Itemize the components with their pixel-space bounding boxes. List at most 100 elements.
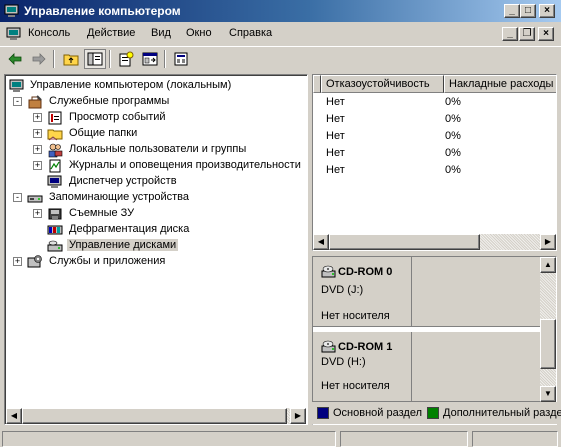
users-icon bbox=[48, 143, 63, 158]
toolbox-icon bbox=[28, 95, 42, 109]
tree-node-disk-defragmenter[interactable]: Дефрагментация диска bbox=[5, 222, 305, 238]
scroll-up-button[interactable]: ▲ bbox=[540, 257, 556, 273]
tree-node-removable-storage[interactable]: + Съемные ЗУ bbox=[5, 206, 305, 222]
expand-expander[interactable]: + bbox=[33, 129, 42, 138]
tree-node-root[interactable]: Управление компьютером (локальным) bbox=[7, 78, 297, 94]
extended-partition-swatch bbox=[427, 407, 439, 419]
shared-folder-icon bbox=[47, 129, 63, 141]
collapse-expander[interactable]: - bbox=[13, 97, 22, 106]
scroll-left-button[interactable]: ◀ bbox=[313, 234, 329, 250]
tree-node-disk-management[interactable]: Управление дисками bbox=[5, 238, 305, 254]
column-header[interactable] bbox=[313, 75, 321, 93]
tree-node-local-users[interactable]: + Локальные пользователи и группы bbox=[5, 142, 305, 158]
computer-management-icon bbox=[4, 4, 19, 17]
performance-logs-icon bbox=[49, 159, 61, 173]
status-panel bbox=[340, 431, 468, 447]
cell-fault-tolerance: Нет bbox=[326, 96, 345, 108]
storage-icon bbox=[27, 195, 43, 203]
tree-node-shared-folders[interactable]: + Общие папки bbox=[5, 126, 305, 142]
tree-node-performance-logs[interactable]: + Журналы и оповещения производительност… bbox=[5, 158, 305, 174]
cell-overhead: 0% bbox=[445, 130, 461, 142]
mdi-restore-button[interactable]: ❐ bbox=[519, 27, 535, 41]
mdi-close-button[interactable]: × bbox=[538, 27, 554, 41]
expand-expander[interactable]: + bbox=[33, 209, 42, 218]
properties-button[interactable] bbox=[115, 49, 137, 69]
cell-fault-tolerance: Нет bbox=[326, 147, 345, 159]
volume-list[interactable]: Отказоустойчивость Накладные расходы Нет… bbox=[312, 74, 557, 251]
disk-area-cdrom1[interactable] bbox=[412, 332, 540, 402]
tree-node-event-viewer[interactable]: + Просмотр событий bbox=[5, 110, 305, 126]
minimize-button[interactable]: _ bbox=[504, 4, 520, 18]
console-icon bbox=[6, 27, 21, 40]
scrollbar-thumb[interactable] bbox=[540, 319, 556, 369]
menu-console[interactable]: Консоль bbox=[28, 27, 70, 39]
scrollbar-thumb[interactable] bbox=[22, 408, 287, 424]
back-arrow-icon bbox=[8, 53, 22, 65]
console-tree[interactable]: Управление компьютером (локальным) - Слу… bbox=[4, 74, 308, 425]
primary-partition-swatch bbox=[317, 407, 329, 419]
expand-expander[interactable]: + bbox=[33, 161, 42, 170]
help-icon bbox=[174, 52, 188, 66]
menu-window[interactable]: Окно bbox=[186, 27, 212, 39]
maximize-button[interactable]: □ bbox=[520, 4, 536, 18]
column-header-fault-tolerance[interactable]: Отказоустойчивость bbox=[321, 75, 444, 93]
disk-label-cdrom1[interactable]: CD-ROM 1 DVD (H:) Нет носителя bbox=[313, 332, 412, 402]
tree-node-label: Управление дисками bbox=[67, 239, 179, 251]
scroll-right-button[interactable]: ▶ bbox=[290, 408, 306, 424]
removable-storage-icon bbox=[48, 208, 62, 220]
forward-button[interactable] bbox=[28, 49, 50, 69]
tree-node-device-manager[interactable]: Диспетчер устройств bbox=[5, 174, 305, 190]
tree-node-label: Локальные пользователи и группы bbox=[69, 143, 247, 155]
export-list-button[interactable] bbox=[139, 49, 161, 69]
help-button[interactable] bbox=[170, 49, 192, 69]
tree-node-label: Дефрагментация диска bbox=[69, 223, 190, 235]
tree-node-services-apps[interactable]: + Службы и приложения bbox=[5, 254, 305, 270]
status-panel bbox=[472, 431, 558, 447]
menu-action[interactable]: Действие bbox=[87, 27, 135, 39]
tree-node-label: Съемные ЗУ bbox=[69, 207, 135, 219]
services-icon bbox=[27, 255, 42, 268]
defragmenter-icon bbox=[47, 225, 63, 235]
toolbar-separator bbox=[164, 50, 166, 68]
scroll-right-button[interactable]: ▶ bbox=[540, 234, 556, 250]
scroll-down-button[interactable]: ▼ bbox=[540, 386, 556, 402]
disk-status: Нет носителя bbox=[321, 380, 390, 392]
cell-fault-tolerance: Нет bbox=[326, 164, 345, 176]
collapse-expander[interactable]: - bbox=[13, 193, 22, 202]
event-viewer-icon bbox=[48, 111, 62, 125]
scrollbar-thumb[interactable] bbox=[329, 234, 480, 250]
expand-expander[interactable]: + bbox=[33, 113, 42, 122]
expand-expander[interactable]: + bbox=[33, 145, 42, 154]
title-bar[interactable]: Управление компьютером _ □ × bbox=[0, 0, 561, 22]
tree-node-storage[interactable]: - Запоминающие устройства bbox=[5, 190, 305, 206]
disk-status: Нет носителя bbox=[321, 310, 390, 322]
show-hide-console-tree-button[interactable] bbox=[84, 49, 106, 69]
disk-graphical-view[interactable]: CD-ROM 0 DVD (J:) Нет носителя CD-ROM 1 … bbox=[312, 256, 557, 425]
properties-icon bbox=[119, 51, 134, 67]
tree-node-label: Запоминающие устройства bbox=[49, 191, 190, 203]
back-button[interactable] bbox=[4, 49, 26, 69]
computer-management-icon bbox=[9, 79, 24, 92]
disk-area-cdrom0[interactable] bbox=[412, 257, 540, 327]
cell-overhead: 0% bbox=[445, 164, 461, 176]
mdi-minimize-button[interactable]: _ bbox=[502, 27, 518, 41]
expand-expander[interactable]: + bbox=[13, 257, 22, 266]
menu-view[interactable]: Вид bbox=[151, 27, 171, 39]
menu-bar: Консоль Действие Вид Окно Справка _ ❐ × bbox=[0, 22, 561, 46]
column-header-overhead[interactable]: Накладные расходы bbox=[444, 75, 556, 93]
legend-label: Дополнительный раздел bbox=[443, 407, 561, 419]
up-one-level-button[interactable] bbox=[60, 49, 82, 69]
scroll-left-button[interactable]: ◀ bbox=[6, 408, 22, 424]
cell-overhead: 0% bbox=[445, 96, 461, 108]
cdrom-icon bbox=[321, 265, 336, 278]
disk-label-cdrom0[interactable]: CD-ROM 0 DVD (J:) Нет носителя bbox=[313, 257, 412, 327]
disk-name: CD-ROM 0 bbox=[338, 266, 393, 278]
tree-node-system-tools[interactable]: - Служебные программы bbox=[5, 94, 305, 110]
partition-legend: Основной раздел Дополнительный раздел bbox=[312, 402, 561, 424]
show-hide-tree-icon bbox=[87, 52, 103, 66]
tree-node-label: Общие папки bbox=[69, 127, 138, 139]
cell-fault-tolerance: Нет bbox=[326, 130, 345, 142]
disk-management-icon bbox=[47, 240, 63, 252]
close-button[interactable]: × bbox=[539, 4, 555, 18]
menu-help[interactable]: Справка bbox=[229, 27, 272, 39]
